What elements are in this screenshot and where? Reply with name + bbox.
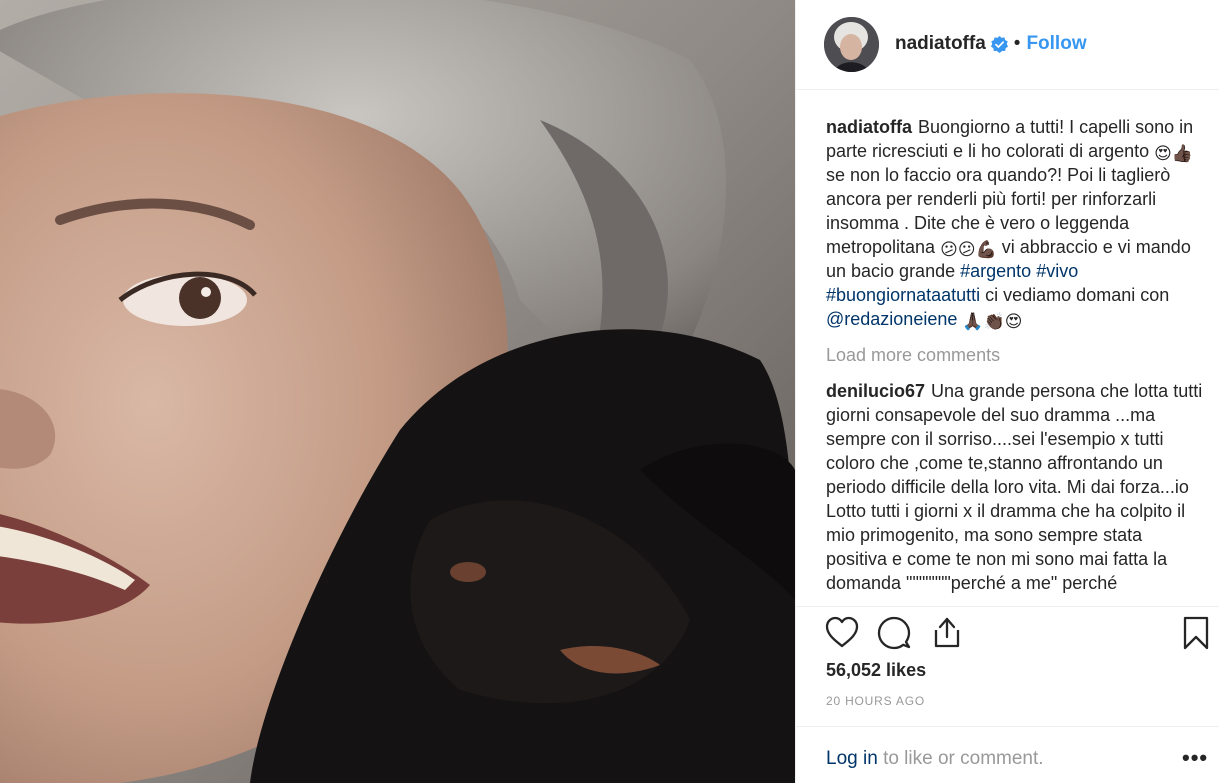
caption-username[interactable]: nadiatoffa: [826, 117, 912, 137]
mention-link[interactable]: @redazioneiene: [826, 309, 957, 329]
likes-count[interactable]: 56,052 likes: [826, 660, 926, 681]
avatar[interactable]: [824, 17, 879, 72]
post-side-panel: nadiatoffa • Follow nadiatoffa Buongiorno…: [795, 0, 1219, 783]
hashtag-link[interactable]: #argento: [960, 261, 1031, 281]
post-header: nadiatoffa • Follow: [796, 0, 1219, 90]
heart-icon[interactable]: [824, 615, 860, 651]
comment-username[interactable]: denilucio67: [826, 381, 925, 401]
login-prompt-text: to like or comment.: [883, 748, 1044, 769]
verified-badge-icon: [990, 35, 1008, 53]
hashtag-link[interactable]: #buongiornataatutti: [826, 285, 980, 305]
comment-text: Una grande persona che lotta tutti giorn…: [826, 381, 1203, 593]
bookmark-icon[interactable]: [1178, 615, 1214, 651]
comments-list[interactable]: nadiatoffa Buongiorno a tutti! I capelli …: [826, 115, 1204, 605]
separator-dot: •: [1013, 33, 1021, 54]
load-more-comments-button[interactable]: Load more comments: [826, 343, 1204, 367]
post-caption: nadiatoffa Buongiorno a tutti! I capelli …: [826, 115, 1204, 331]
caption-emoji: 😍👍🏿: [1154, 144, 1194, 164]
post-photo[interactable]: [0, 0, 795, 783]
more-options-icon[interactable]: •••: [1182, 745, 1208, 771]
avatar-image: [824, 17, 879, 72]
caption-emoji: 🙏🏿👏🏿😍: [962, 312, 1023, 332]
login-link[interactable]: Log in: [826, 748, 878, 769]
post-timestamp[interactable]: 20 HOURS AGO: [826, 694, 925, 708]
share-icon[interactable]: [929, 615, 965, 651]
comment-item: denilucio67 Una grande persona che lotta …: [826, 379, 1204, 595]
action-bar: [796, 606, 1219, 656]
header-line: nadiatoffa • Follow: [895, 33, 1087, 55]
caption-emoji: 😕😕💪🏿: [940, 240, 997, 260]
post-username[interactable]: nadiatoffa: [895, 33, 986, 55]
login-prompt: Log in to like or comment.: [826, 748, 1044, 770]
follow-button[interactable]: Follow: [1026, 33, 1086, 55]
comment-bubble-icon[interactable]: [876, 615, 912, 651]
hashtag-link[interactable]: #vivo: [1036, 261, 1078, 281]
login-footer: Log in to like or comment. •••: [796, 726, 1219, 783]
caption-text: ci vediamo domani con: [985, 285, 1170, 305]
photo-illustration: [0, 0, 795, 783]
instagram-post-view: nadiatoffa • Follow nadiatoffa Buongiorno…: [0, 0, 1219, 783]
